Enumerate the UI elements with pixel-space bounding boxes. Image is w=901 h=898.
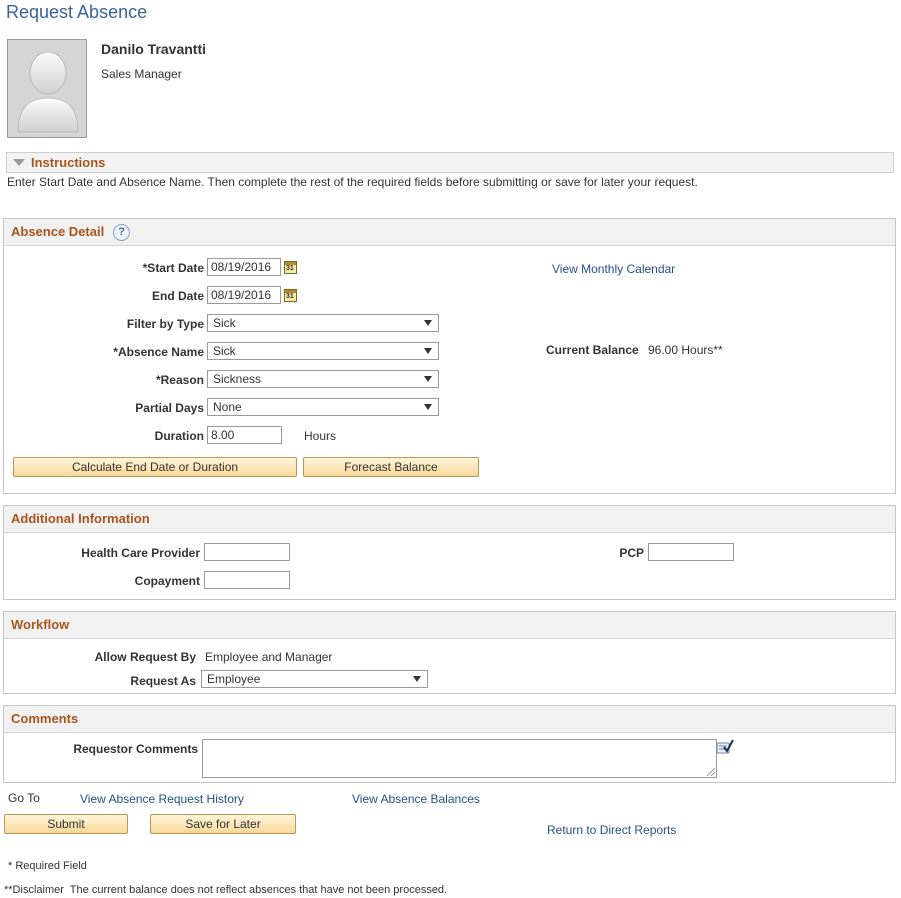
end-date-label: End Date [151, 289, 204, 303]
absence-detail-header: Absence Detail ? [4, 219, 895, 246]
health-care-provider-field[interactable] [204, 543, 290, 561]
partial-days-value: None [213, 400, 242, 414]
workflow-header: Workflow [4, 612, 895, 639]
comments-section: Comments Requestor Comments [3, 705, 896, 783]
duration-unit: Hours [304, 429, 337, 443]
health-care-provider-label: Health Care Provider [81, 546, 200, 560]
additional-information-title: Additional Information [11, 511, 150, 526]
calendar-icon[interactable] [284, 289, 297, 302]
absence-detail-title: Absence Detail [11, 224, 105, 239]
reason-label: *Reason [155, 373, 204, 387]
employee-photo [7, 39, 87, 138]
additional-information-header: Additional Information [4, 506, 895, 533]
calendar-icon[interactable] [284, 261, 297, 274]
forecast-balance-button[interactable]: Forecast Balance [303, 457, 479, 477]
duration-field[interactable]: 8.00 [207, 426, 282, 444]
calculate-end-date-button[interactable]: Calculate End Date or Duration [13, 457, 297, 477]
view-absence-request-history-link[interactable]: View Absence Request History [80, 792, 244, 806]
request-as-label: Request As [130, 674, 196, 688]
chevron-down-icon [424, 320, 432, 326]
triangle-down-icon [13, 159, 25, 166]
additional-information-section: Additional Information Health Care Provi… [3, 505, 896, 600]
goto-label: Go To [8, 791, 40, 805]
chevron-down-icon [413, 676, 421, 682]
duration-label: Duration [154, 429, 204, 443]
end-date-field[interactable]: 08/19/2016 [207, 286, 281, 304]
request-as-value: Employee [207, 672, 261, 686]
current-balance-label: Current Balance [546, 343, 639, 357]
instructions-text: Enter Start Date and Absence Name. Then … [7, 175, 698, 189]
request-as-select[interactable]: Employee [201, 670, 428, 688]
chevron-down-icon [424, 404, 432, 410]
workflow-title: Workflow [11, 617, 70, 632]
comments-header: Comments [4, 706, 895, 733]
reason-value: Sickness [213, 372, 262, 386]
pcp-field[interactable] [648, 543, 734, 561]
required-field-note: * Required Field [8, 860, 87, 872]
instructions-toggle[interactable]: Instructions [6, 152, 894, 173]
view-monthly-calendar-link[interactable]: View Monthly Calendar [552, 262, 675, 276]
person-silhouette-icon [8, 40, 86, 137]
help-icon[interactable]: ? [113, 224, 130, 241]
chevron-down-icon [424, 348, 432, 354]
chevron-down-icon [424, 376, 432, 382]
copayment-label: Copayment [134, 574, 200, 588]
requestor-comments-textarea[interactable] [202, 739, 717, 778]
allow-request-by-value: Employee and Manager [205, 650, 333, 664]
partial-days-label: Partial Days [135, 401, 204, 415]
requestor-comments-label: Requestor Comments [73, 742, 198, 756]
spell-check-icon[interactable] [716, 739, 734, 755]
comments-title: Comments [11, 711, 79, 726]
view-absence-balances-link[interactable]: View Absence Balances [352, 792, 480, 806]
partial-days-select[interactable]: None [207, 398, 439, 416]
current-balance-value: 96.00 Hours** [648, 343, 723, 357]
instructions-label: Instructions [31, 155, 106, 170]
absence-detail-section: Absence Detail ? *Start Date 08/19/2016 … [3, 218, 896, 494]
absence-name-label: *Absence Name [113, 345, 204, 359]
employee-name: Danilo Travantti [101, 41, 207, 57]
reason-select[interactable]: Sickness [207, 370, 439, 388]
page-title: Request Absence [6, 2, 148, 22]
absence-name-select[interactable]: Sick [207, 342, 439, 360]
resize-handle[interactable] [707, 768, 715, 776]
save-for-later-button[interactable]: Save for Later [150, 814, 296, 834]
filter-by-type-value: Sick [213, 316, 236, 330]
start-date-label: *Start Date [142, 261, 204, 275]
disclaimer-text: **Disclaimer The current balance does no… [4, 884, 448, 896]
submit-button[interactable]: Submit [4, 814, 128, 834]
filter-by-type-label: Filter by Type [126, 317, 204, 331]
allow-request-by-label: Allow Request By [94, 650, 196, 664]
return-to-direct-reports-link[interactable]: Return to Direct Reports [547, 823, 676, 837]
pcp-label: PCP [619, 546, 644, 560]
filter-by-type-select[interactable]: Sick [207, 314, 439, 332]
start-date-field[interactable]: 08/19/2016 [207, 258, 281, 276]
workflow-section: Workflow Allow Request By Employee and M… [3, 611, 896, 694]
employee-job-title: Sales Manager [101, 67, 182, 81]
copayment-field[interactable] [204, 571, 290, 589]
absence-name-value: Sick [213, 344, 236, 358]
